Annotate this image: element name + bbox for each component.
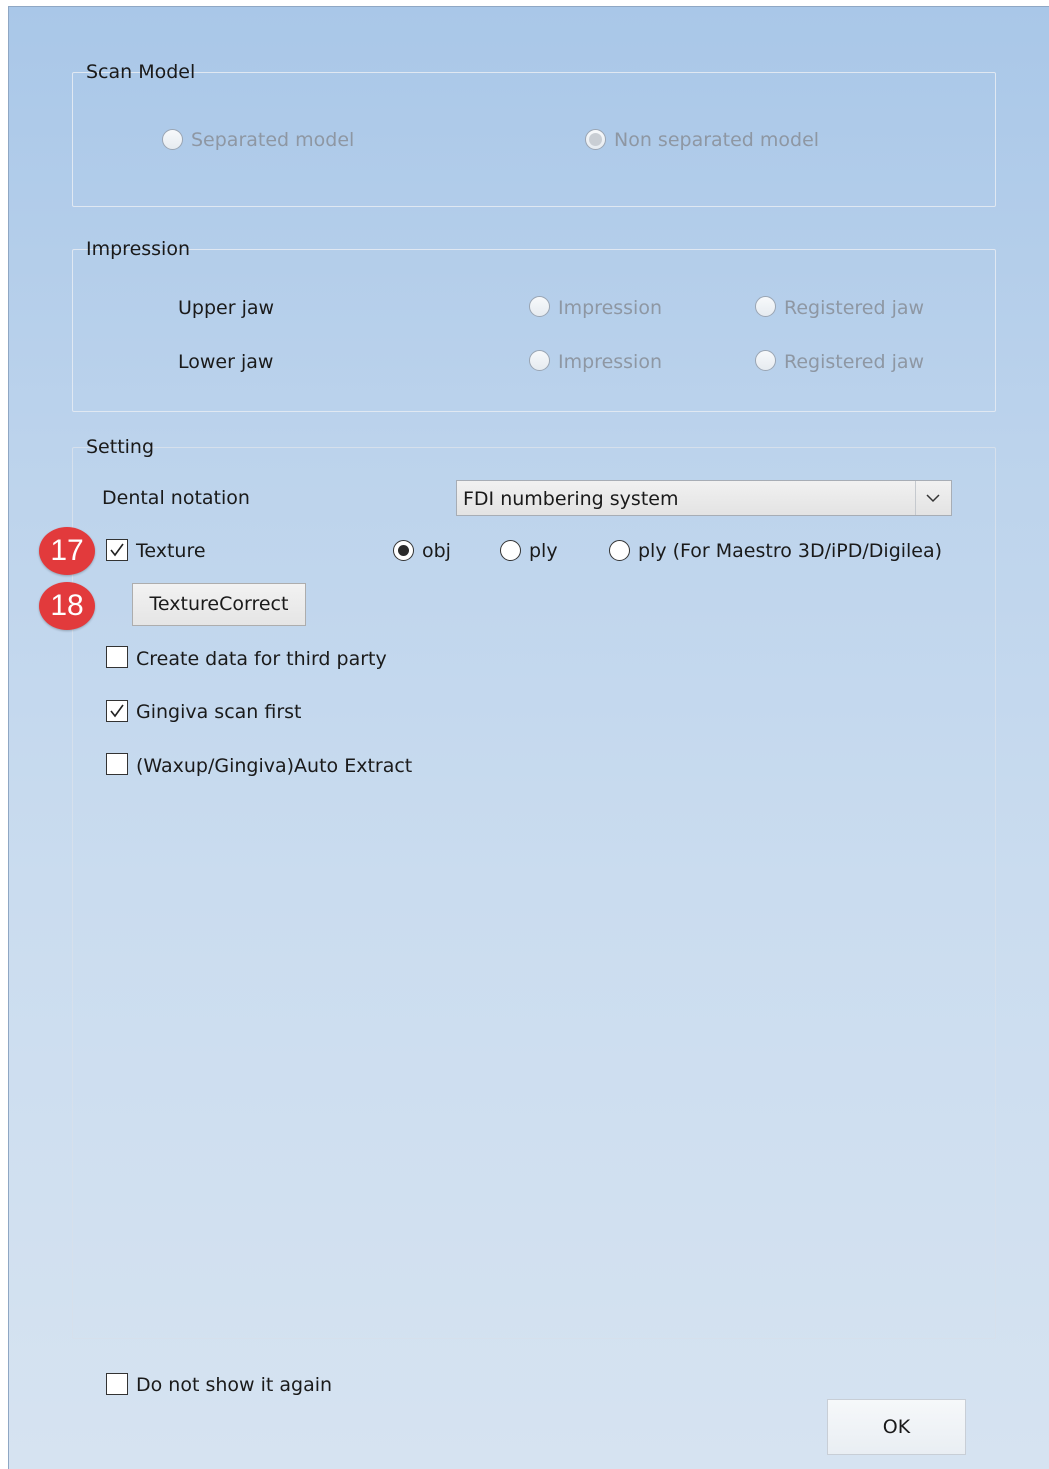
radio-dot-icon (589, 133, 602, 146)
do-not-show-again-label: Do not show it again (136, 1374, 333, 1396)
lower-registered-jaw-label: Registered jaw (784, 351, 925, 373)
chevron-down-icon (926, 494, 940, 503)
scan-model-title: Scan Model (86, 61, 196, 83)
create-third-party-checkbox[interactable] (106, 646, 128, 668)
callout-badge-17: 17 (39, 527, 95, 575)
create-third-party-label: Create data for third party (136, 648, 387, 670)
auto-extract-checkbox[interactable] (106, 753, 128, 775)
format-ply-radio[interactable] (500, 540, 521, 561)
lower-impression-radio[interactable] (529, 350, 550, 371)
format-obj-radio[interactable] (393, 540, 414, 561)
format-ply-label: ply (529, 540, 558, 562)
setting-title: Setting (86, 436, 155, 458)
format-ply-maestro-label: ply (For Maestro 3D/iPD/Digilea) (638, 540, 943, 562)
radio-dot-icon (398, 545, 409, 556)
upper-jaw-label: Upper jaw (178, 297, 275, 319)
gingiva-scan-first-checkbox[interactable] (106, 700, 128, 722)
texture-label: Texture (136, 540, 206, 562)
format-ply-maestro-radio[interactable] (609, 540, 630, 561)
lower-jaw-label: Lower jaw (178, 351, 274, 373)
dental-notation-select[interactable]: FDI numbering system (456, 480, 952, 516)
upper-impression-label: Impression (558, 297, 662, 319)
gingiva-scan-first-label: Gingiva scan first (136, 701, 302, 723)
checkmark-icon (110, 543, 124, 557)
dental-notation-label: Dental notation (102, 487, 250, 509)
upper-registered-jaw-radio[interactable] (755, 296, 776, 317)
ok-button[interactable]: OK (827, 1399, 966, 1455)
settings-dialog: Scan Model Separated model Non separated… (8, 6, 1049, 1469)
separated-model-radio[interactable] (162, 129, 183, 150)
do-not-show-again-checkbox[interactable] (106, 1373, 128, 1395)
non-separated-model-radio[interactable] (585, 129, 606, 150)
lower-impression-label: Impression (558, 351, 662, 373)
setting-group (72, 447, 996, 1339)
non-separated-model-label: Non separated model (614, 129, 820, 151)
lower-registered-jaw-radio[interactable] (755, 350, 776, 371)
texture-correct-button[interactable]: TextureCorrect (132, 583, 306, 626)
callout-badge-18: 18 (39, 582, 95, 630)
checkmark-icon (110, 704, 124, 718)
texture-checkbox[interactable] (106, 539, 128, 561)
impression-title: Impression (86, 238, 190, 260)
dropdown-button[interactable] (915, 481, 951, 515)
upper-impression-radio[interactable] (529, 296, 550, 317)
upper-registered-jaw-label: Registered jaw (784, 297, 925, 319)
format-obj-label: obj (422, 540, 451, 562)
separated-model-label: Separated model (191, 129, 355, 151)
dental-notation-value: FDI numbering system (463, 488, 679, 510)
impression-group (72, 249, 996, 412)
auto-extract-label: (Waxup/Gingiva)Auto Extract (136, 755, 413, 777)
